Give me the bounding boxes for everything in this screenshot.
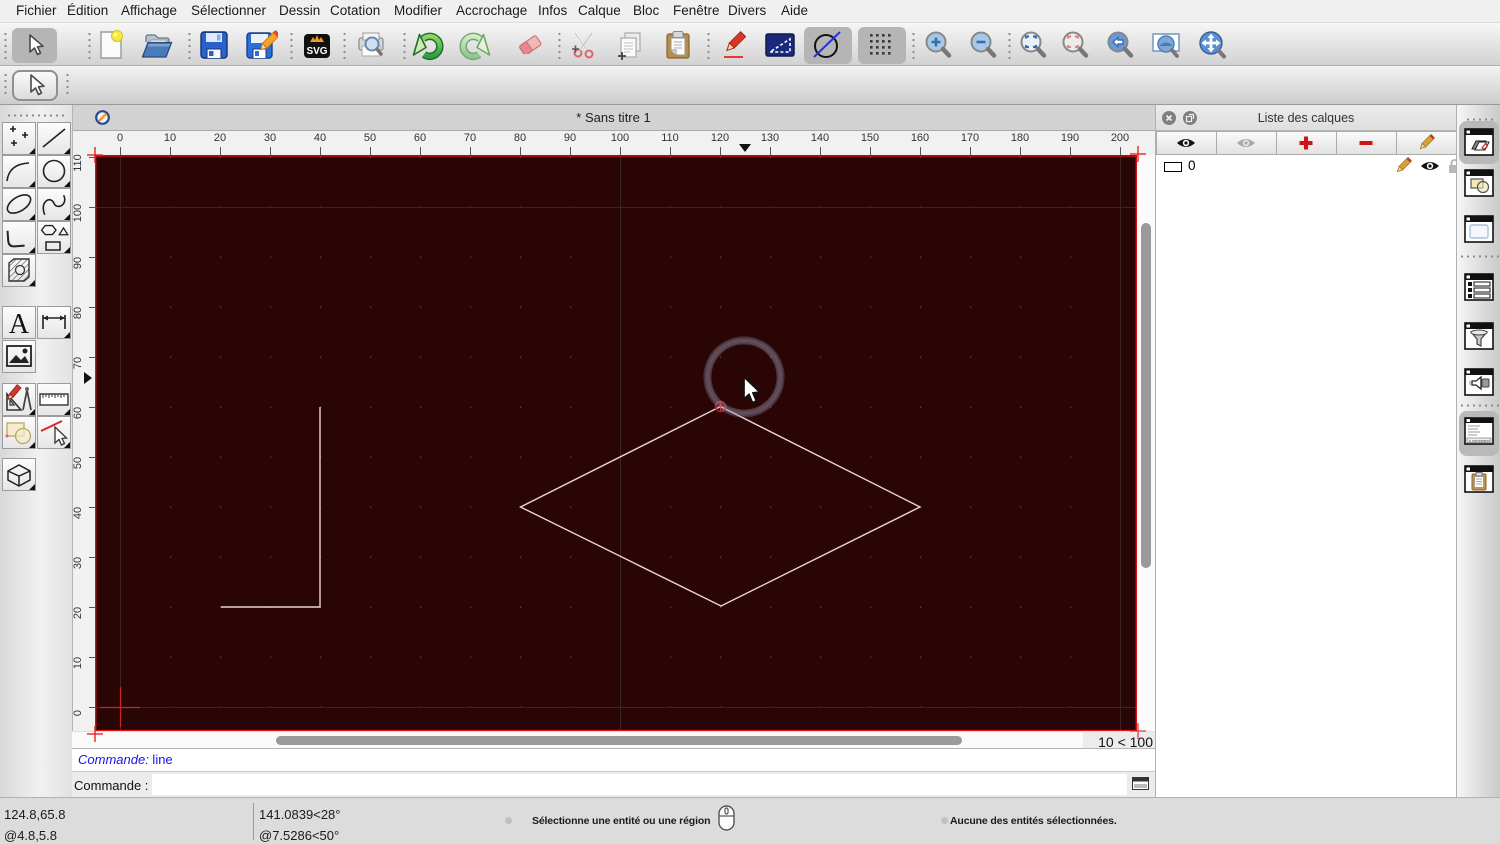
svg-text:c command: c command (1469, 438, 1490, 443)
svg-text:A: A (9, 309, 30, 338)
svg-text:SVG: SVG (306, 46, 327, 57)
